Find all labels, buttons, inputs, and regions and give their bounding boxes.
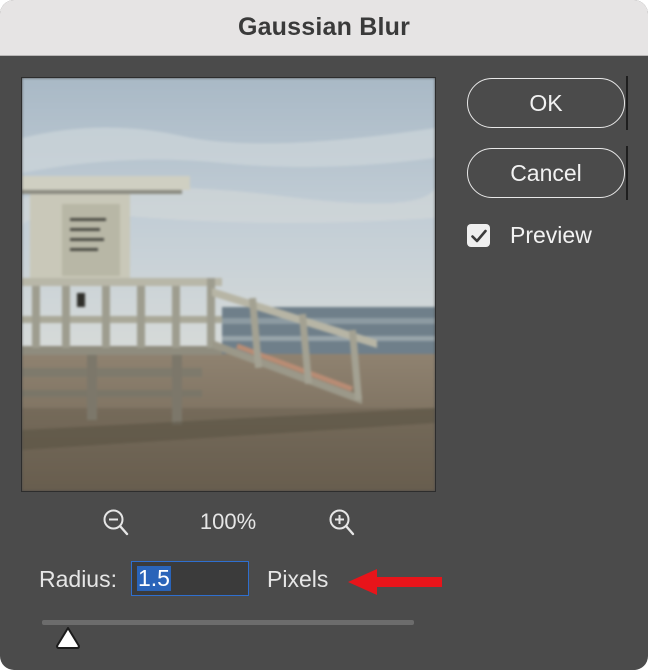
- preview-checkbox[interactable]: [467, 224, 490, 247]
- gaussian-blur-dialog: Gaussian Blur OK Cancel Preview 100% Rad…: [0, 0, 648, 670]
- zoom-level: 100%: [199, 509, 257, 534]
- cancel-button-edge: [626, 146, 628, 200]
- dialog-title: Gaussian Blur: [237, 13, 411, 41]
- radius-label: Radius:: [39, 566, 117, 592]
- radius-value: 1.5: [137, 565, 171, 591]
- annotation-arrow-icon: [346, 567, 444, 602]
- ok-button-edge: [626, 76, 628, 130]
- blur-preview-image[interactable]: [21, 77, 436, 492]
- radius-slider-track[interactable]: [42, 620, 414, 625]
- preview-label[interactable]: Preview: [510, 222, 592, 249]
- checkmark-icon: [470, 229, 487, 242]
- radius-slider-thumb[interactable]: [55, 626, 81, 655]
- cancel-button[interactable]: Cancel: [467, 148, 625, 198]
- title-bar: Gaussian Blur: [0, 0, 648, 56]
- pixels-unit-label: Pixels: [267, 566, 329, 592]
- zoom-in-icon[interactable]: [328, 508, 356, 543]
- lifeguard-tower-photo: [22, 78, 435, 491]
- radius-input[interactable]: 1.5: [131, 561, 249, 596]
- zoom-out-icon[interactable]: [102, 508, 130, 543]
- ok-button[interactable]: OK: [467, 78, 625, 128]
